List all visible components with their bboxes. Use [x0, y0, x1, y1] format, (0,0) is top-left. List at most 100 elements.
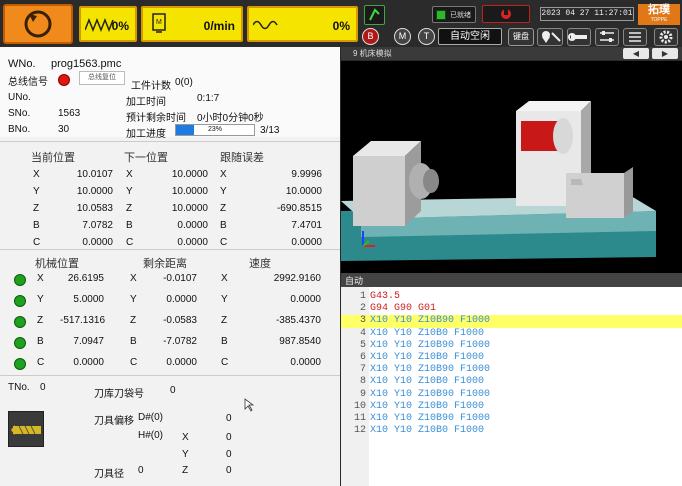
sim-title: 9 机床模拟 — [353, 49, 392, 58]
follow-pos-z: -690.8515 — [276, 203, 322, 214]
code-header: 自动 — [341, 273, 682, 287]
axis-label-x: X — [33, 169, 40, 180]
axis-label-x: X — [126, 169, 133, 180]
current-pos-title: 当前位置 — [31, 152, 75, 164]
follow-err-title: 跟随误差 — [220, 152, 264, 164]
line-number: 4 — [359, 327, 366, 339]
axis-label-c: C — [126, 237, 134, 248]
axis-label-c: C — [37, 357, 45, 368]
wrench-button[interactable] — [567, 28, 591, 46]
code-line: X10 Y10 Z10B90 F1000 — [370, 388, 491, 400]
line-number: 2 — [359, 303, 366, 315]
axis-label-b: B — [37, 336, 44, 347]
lathe-3d-model — [341, 101, 656, 261]
gear-button[interactable] — [654, 28, 678, 46]
tno-label: TNo. — [8, 382, 30, 393]
remain-y: 0.0000 — [166, 294, 197, 305]
axis-status-led-z — [14, 316, 26, 328]
magazine-value: 0 — [170, 385, 176, 396]
bus-signal-led — [58, 74, 70, 86]
right-panel: 9 机床模拟 ◀ ▶ 自动 1 G43.5 2 G94 G90 G01 3 X1… — [341, 47, 682, 486]
axis-label-x: X — [130, 273, 137, 284]
feed-override-panel[interactable]: 0% — [79, 6, 137, 42]
axis-status-led-b — [14, 337, 26, 349]
axis-label-x: X — [220, 169, 227, 180]
axis-label-y: Y — [37, 294, 44, 305]
follow-pos-y: 10.0000 — [285, 186, 322, 197]
mpos-z: -517.1316 — [60, 315, 106, 326]
x-offset-label: X — [182, 432, 189, 443]
proc-time-label: 加工时间 — [126, 97, 166, 108]
code-line: G94 G90 G01 — [370, 303, 437, 315]
remain-x: -0.0107 — [163, 273, 197, 284]
location-icon — [542, 31, 561, 43]
code-line: X10 Y10 Z10B0 F1000 — [370, 327, 485, 339]
code-editor[interactable]: 1 G43.5 2 G94 G90 G01 3 X10 Y10 Z10B90 F1000 4… — [341, 287, 682, 486]
follow-pos-b: 7.4701 — [291, 220, 322, 231]
axis-label-b: B — [33, 220, 40, 231]
y-offset-label: Y — [182, 449, 189, 460]
code-line: X10 Y10 Z10B90 F1000 — [370, 413, 491, 424]
axis-label-b: B — [221, 336, 228, 347]
next-pos-c: 0.0000 — [177, 237, 208, 248]
mpos-title: 机械位置 — [35, 258, 79, 270]
d-label: D#(0) — [138, 412, 164, 423]
axis-label-c: C — [221, 357, 229, 368]
spindle-panel[interactable]: M 0/min — [141, 6, 243, 42]
code-line: X10 Y10 Z10B0 F1000 — [370, 352, 485, 363]
feed-wave-icon — [85, 18, 114, 32]
b-axis-icon[interactable]: B — [362, 28, 379, 45]
axis-label-z: Z — [221, 315, 228, 326]
speed-y: 0.0000 — [290, 294, 321, 305]
gear-icon — [659, 30, 673, 44]
keyboard-button[interactable]: 键盘 — [508, 28, 534, 46]
list-button[interactable] — [623, 28, 647, 46]
home-button[interactable] — [3, 4, 73, 44]
ready-label: 已就绪 — [450, 12, 471, 19]
rapid-wave-icon — [253, 20, 278, 30]
code-line: X10 Y10 Z10B90 F1000 — [370, 339, 491, 351]
d-value: 0 — [226, 413, 232, 424]
axis-label-c: C — [220, 237, 228, 248]
axis-status-led-y — [14, 295, 26, 307]
m-code-icon[interactable]: M — [394, 28, 411, 45]
svg-text:M: M — [156, 19, 162, 26]
refresh-icon — [24, 10, 52, 38]
progress-count: 3/13 — [260, 125, 280, 136]
axis-label-b: B — [130, 336, 137, 347]
t-code-icon[interactable]: T — [418, 28, 435, 45]
wno-value: prog1563.pmc — [51, 58, 122, 70]
progress-label: 加工进度 — [126, 129, 166, 140]
axis-status-led-c — [14, 358, 26, 370]
remain-dist-title: 剩余距离 — [143, 258, 187, 270]
bus-reset-button[interactable]: 总线复位 — [79, 71, 125, 85]
code-title: 自动 — [345, 276, 364, 286]
offset-label: 刀具偏移 — [94, 416, 134, 427]
radius-value: 0 — [138, 465, 144, 476]
line-number: 12 — [353, 425, 366, 437]
mpos-y: 5.0000 — [73, 294, 104, 305]
current-pos-z: 10.0583 — [76, 203, 113, 214]
sim-next-button[interactable]: ▶ — [652, 48, 678, 59]
mode-status: 自动空闲 — [438, 28, 502, 45]
axis-label-z: Z — [126, 203, 133, 214]
bno-label: BNo. — [8, 124, 31, 135]
feed-percent: 0% — [111, 19, 129, 33]
bus-signal-label: 总线信号 — [8, 77, 48, 88]
axis-label-y: Y — [220, 186, 227, 197]
settings-sliders-button[interactable] — [595, 28, 619, 46]
location-button[interactable] — [537, 28, 563, 46]
emergency-button[interactable] — [482, 5, 530, 23]
z-offset-label: Z — [182, 465, 189, 476]
line-number: 7 — [359, 364, 366, 376]
magazine-label: 刀库刀袋号 — [94, 389, 144, 400]
axis-label-b: B — [126, 220, 133, 231]
sim-prev-button[interactable]: ◀ — [623, 48, 649, 59]
rapid-override-panel[interactable]: 0% — [247, 6, 358, 42]
speed-x: 2992.9160 — [273, 273, 321, 284]
datetime-display: 2023 04 27 11:27:01 — [540, 7, 634, 21]
tool-status-icon[interactable] — [364, 5, 385, 25]
tno-value: 0 — [40, 382, 46, 393]
machine-simulation-view[interactable] — [341, 61, 682, 273]
spindle-speed: 0/min — [203, 19, 235, 33]
